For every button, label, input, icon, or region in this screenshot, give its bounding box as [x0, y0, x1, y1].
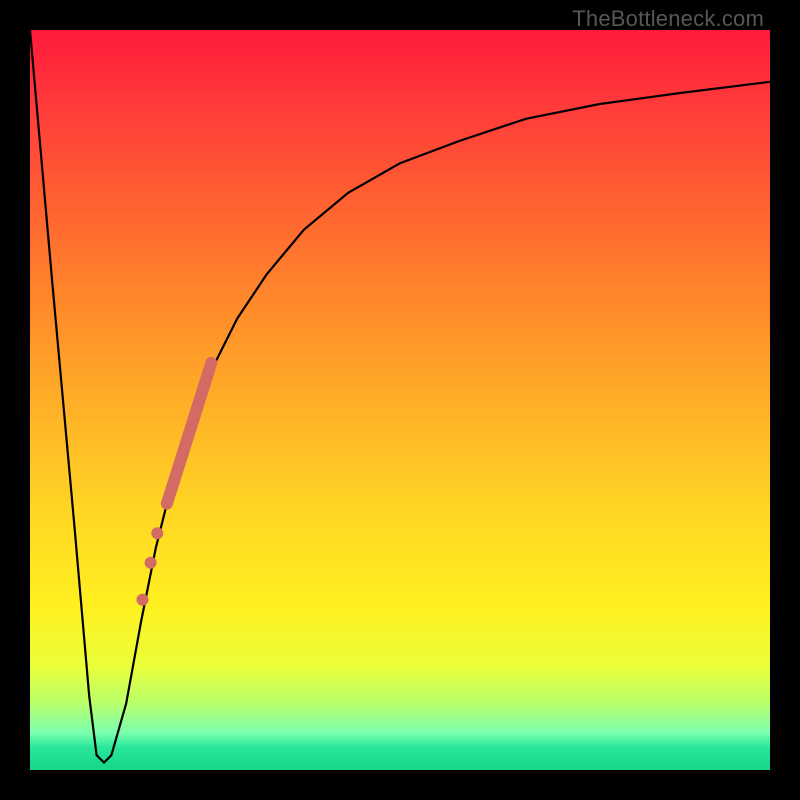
highlight-dot: [136, 594, 148, 606]
highlight-dot: [151, 527, 163, 539]
watermark-text: TheBottleneck.com: [572, 6, 764, 32]
chart-frame: TheBottleneck.com: [0, 0, 800, 800]
chart-svg: [30, 30, 770, 770]
plot-area: [30, 30, 770, 770]
highlight-segment: [167, 363, 211, 504]
highlight-dot: [145, 557, 157, 569]
highlight-dots: [136, 527, 163, 606]
bottleneck-curve: [30, 30, 770, 763]
